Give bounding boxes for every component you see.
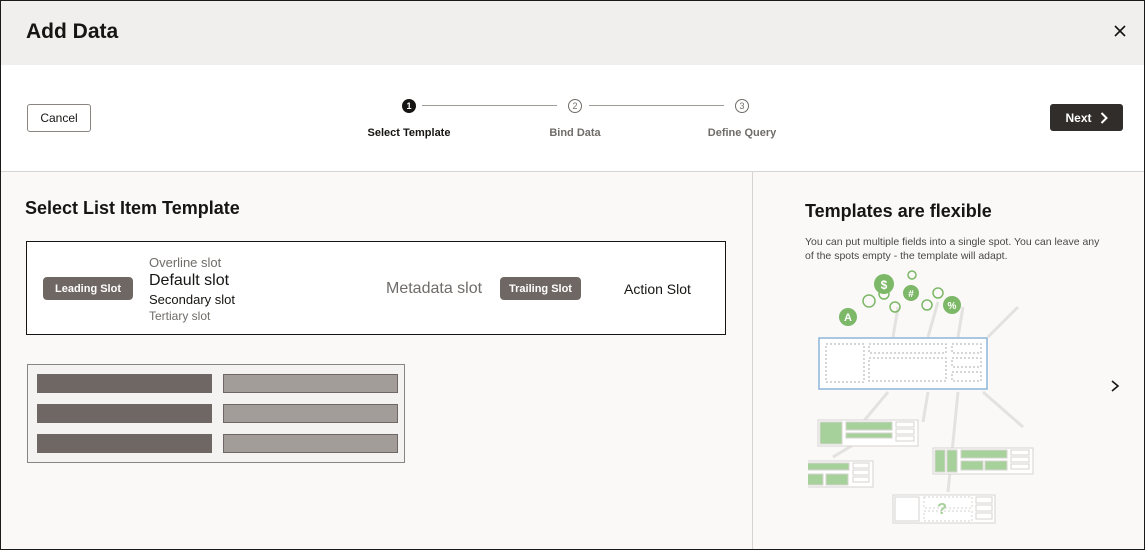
thumbnail-bar [223,404,398,423]
step-2-number: 2 [572,101,578,111]
symbol-a: A [844,312,852,324]
thumbnail-bar [37,404,212,423]
template-variant: ? [892,494,996,524]
symbol-question: ? [937,501,947,518]
step-1-dot[interactable]: 1 [402,99,416,113]
symbol-dollar: $ [881,278,888,292]
step-3-label[interactable]: Define Query [708,127,776,139]
symbol-bubbles: A $ # % [839,270,961,326]
step-1-label[interactable]: Select Template [368,127,451,139]
info-panel: Templates are flexible You can put multi… [752,172,1144,549]
thumbnail-bar [223,434,398,453]
step-3-dot[interactable]: 3 [735,99,749,113]
section-title: Select List Item Template [25,198,240,218]
wizard-toolbar: Cancel 1 2 3 Select Template Bind Data D… [1,65,1144,172]
tertiary-slot-label: Tertiary slot [149,309,211,323]
template-selection-panel: Select List Item Template Leading Slot O… [1,172,751,549]
step-3-number: 3 [739,101,745,111]
metadata-slot-label: Metadata slot [386,280,483,297]
flexible-templates-illustration: A $ # % ? [808,270,1034,524]
dialog-title: Add Data [26,20,119,43]
step-connector [422,105,557,106]
thumbnail-bar [37,374,212,393]
thumbnail-bar [37,434,212,453]
action-slot-label: Action Slot [624,281,691,297]
next-button-label: Next [1065,110,1092,125]
template-variant [808,460,874,488]
template-variant [817,419,919,447]
thumbnail-bar [223,374,398,393]
trailing-slot-badge: Trailing Slot [500,277,581,300]
list-template-thumbnail[interactable] [27,364,405,463]
list-item-template-preview[interactable]: Leading Slot Overline slot Default slot … [26,241,726,335]
chevron-right-icon [1100,111,1108,124]
next-button[interactable]: Next [1050,104,1123,131]
template-variant [932,447,1034,475]
symbol-percent: % [948,301,957,312]
step-connector [589,105,724,106]
close-icon[interactable] [1110,21,1130,41]
chevron-right-icon[interactable] [1108,378,1122,394]
default-slot-label: Default slot [149,272,230,289]
step-2-label[interactable]: Bind Data [549,127,600,139]
symbol-hash: # [908,289,914,300]
overline-slot-label: Overline slot [149,255,222,270]
info-description: You can put multiple fields into a singl… [805,236,1100,262]
step-1-number: 1 [406,101,412,111]
leading-slot-badge: Leading Slot [43,277,133,300]
dialog-header: Add Data [1,1,1144,65]
info-title: Templates are flexible [805,201,992,221]
add-data-dialog: Add Data Cancel 1 2 3 Select Template Bi… [0,0,1145,550]
step-2-dot[interactable]: 2 [568,99,582,113]
secondary-slot-label: Secondary slot [149,292,235,307]
step-train: 1 2 3 Select Template Bind Data Define Q… [1,65,1144,171]
template-box [818,337,988,390]
